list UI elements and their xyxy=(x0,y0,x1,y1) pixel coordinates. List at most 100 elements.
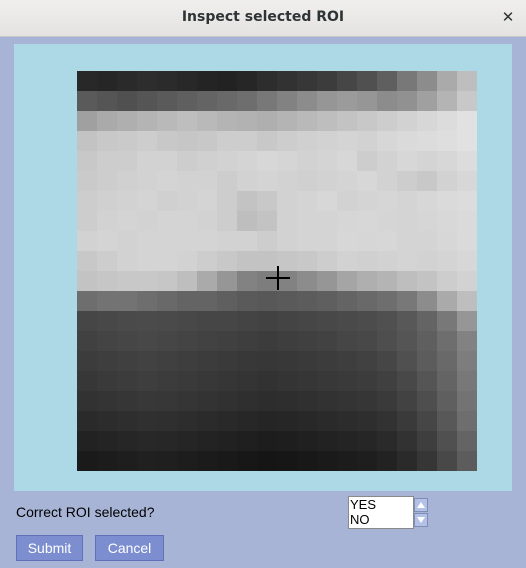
roi-pixel xyxy=(97,151,117,171)
roi-pixel xyxy=(97,451,117,471)
roi-pixel xyxy=(137,211,157,231)
roi-pixel xyxy=(217,171,237,191)
roi-pixel xyxy=(197,351,217,371)
option-yes[interactable]: YES xyxy=(349,497,413,512)
roi-pixel xyxy=(337,311,357,331)
option-no[interactable]: NO xyxy=(349,512,413,527)
roi-pixel xyxy=(437,451,457,471)
roi-pixel xyxy=(317,331,337,351)
roi-pixel xyxy=(397,211,417,231)
roi-pixel xyxy=(277,171,297,191)
roi-pixel xyxy=(117,431,137,451)
roi-pixel xyxy=(77,391,97,411)
roi-pixel xyxy=(337,291,357,311)
roi-pixel xyxy=(297,371,317,391)
roi-pixel xyxy=(317,171,337,191)
scroll-up-button[interactable] xyxy=(414,498,428,512)
roi-pixel xyxy=(217,431,237,451)
roi-pixel xyxy=(297,151,317,171)
roi-pixel xyxy=(177,131,197,151)
roi-pixel xyxy=(277,451,297,471)
roi-pixel xyxy=(457,231,477,251)
roi-pixel xyxy=(217,291,237,311)
roi-pixel xyxy=(357,211,377,231)
roi-pixel xyxy=(397,431,417,451)
roi-pixel xyxy=(117,411,137,431)
roi-pixel xyxy=(197,431,217,451)
roi-pixel xyxy=(357,291,377,311)
roi-pixel xyxy=(317,151,337,171)
roi-pixel xyxy=(457,451,477,471)
roi-pixel xyxy=(277,111,297,131)
roi-pixel xyxy=(457,431,477,451)
roi-pixel xyxy=(397,171,417,191)
roi-pixel xyxy=(437,351,457,371)
roi-pixel xyxy=(197,211,217,231)
roi-pixel xyxy=(417,231,437,251)
roi-pixel xyxy=(337,251,357,271)
close-icon[interactable]: ✕ xyxy=(498,7,518,27)
roi-pixel xyxy=(357,131,377,151)
roi-pixel xyxy=(157,431,177,451)
roi-pixel xyxy=(117,451,137,471)
roi-pixel xyxy=(197,231,217,251)
roi-pixel xyxy=(137,111,157,131)
roi-pixel xyxy=(377,431,397,451)
roi-pixel xyxy=(277,411,297,431)
roi-pixel xyxy=(117,291,137,311)
roi-pixel xyxy=(157,151,177,171)
roi-pixel xyxy=(297,431,317,451)
roi-pixel xyxy=(297,391,317,411)
submit-button[interactable]: Submit xyxy=(16,535,83,561)
roi-pixel xyxy=(177,151,197,171)
roi-pixel xyxy=(197,191,217,211)
roi-pixel xyxy=(177,311,197,331)
roi-pixel xyxy=(317,371,337,391)
roi-pixel xyxy=(137,271,157,291)
answer-listbox[interactable]: YES NO xyxy=(348,496,414,529)
roi-pixel xyxy=(297,191,317,211)
roi-pixel xyxy=(317,231,337,251)
roi-pixel xyxy=(337,211,357,231)
roi-panel xyxy=(14,44,512,491)
roi-pixel xyxy=(457,351,477,371)
roi-pixel xyxy=(137,411,157,431)
roi-pixel xyxy=(377,411,397,431)
roi-pixel xyxy=(437,271,457,291)
roi-pixel xyxy=(77,411,97,431)
roi-pixel xyxy=(97,191,117,211)
roi-pixel xyxy=(117,331,137,351)
roi-pixel xyxy=(337,171,357,191)
roi-pixel xyxy=(337,431,357,451)
roi-pixel xyxy=(197,171,217,191)
cancel-button[interactable]: Cancel xyxy=(95,535,164,561)
roi-pixel xyxy=(317,411,337,431)
roi-pixel xyxy=(297,251,317,271)
roi-pixel xyxy=(397,151,417,171)
roi-pixel xyxy=(457,371,477,391)
roi-pixel xyxy=(137,91,157,111)
roi-pixel xyxy=(137,151,157,171)
roi-pixel xyxy=(377,391,397,411)
dialog-window: Inspect selected ROI ✕ Correct ROI selec… xyxy=(0,0,526,568)
roi-pixel xyxy=(237,311,257,331)
dialog-content: Correct ROI selected? YES NO Submit Canc… xyxy=(0,37,526,568)
roi-pixel xyxy=(97,171,117,191)
roi-pixel xyxy=(257,451,277,471)
roi-pixel xyxy=(237,411,257,431)
roi-pixel xyxy=(177,431,197,451)
roi-pixel xyxy=(77,271,97,291)
roi-pixel xyxy=(337,271,357,291)
roi-pixel xyxy=(337,131,357,151)
roi-pixel xyxy=(217,411,237,431)
roi-pixel xyxy=(337,351,357,371)
roi-pixel xyxy=(417,431,437,451)
roi-pixel xyxy=(437,251,457,271)
roi-pixel xyxy=(177,351,197,371)
roi-pixel xyxy=(377,131,397,151)
title-bar[interactable]: Inspect selected ROI ✕ xyxy=(0,0,526,37)
roi-pixel xyxy=(237,291,257,311)
scroll-down-button[interactable] xyxy=(414,513,428,527)
crosshair-icon xyxy=(266,266,290,290)
roi-pixel xyxy=(317,311,337,331)
